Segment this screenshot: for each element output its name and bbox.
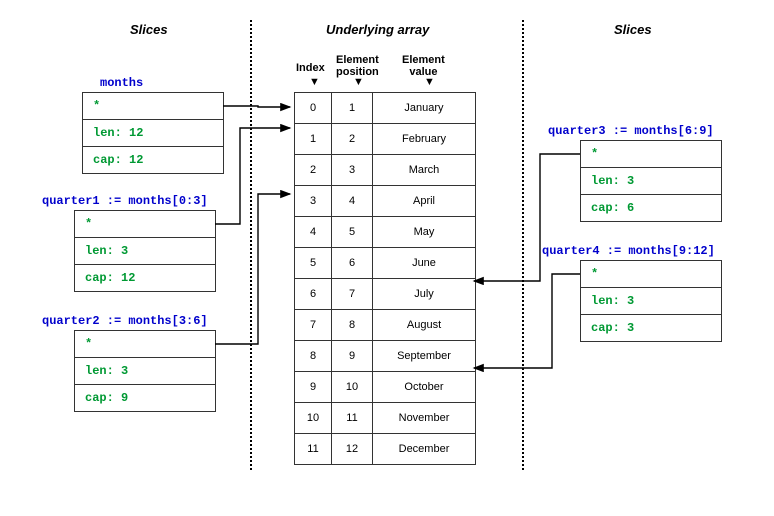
- table-row: 56June: [295, 248, 476, 279]
- cell-position: 7: [332, 279, 373, 310]
- cell-value: May: [373, 217, 476, 248]
- table-row: 23March: [295, 155, 476, 186]
- cell-position: 11: [332, 403, 373, 434]
- table-row: 78August: [295, 310, 476, 341]
- underlying-array-table: 01January12February23March34April45May56…: [294, 92, 476, 465]
- title-slices-left: Slices: [130, 22, 168, 37]
- slice-pointer: *: [581, 261, 721, 288]
- slice-len: len: 3: [75, 238, 215, 265]
- cell-position: 10: [332, 372, 373, 403]
- cell-index: 0: [295, 93, 332, 124]
- cell-position: 8: [332, 310, 373, 341]
- cell-position: 5: [332, 217, 373, 248]
- cell-value: August: [373, 310, 476, 341]
- slice-pointer: *: [75, 211, 215, 238]
- cell-value: February: [373, 124, 476, 155]
- table-row: 1011November: [295, 403, 476, 434]
- col-header-index: Index: [296, 62, 325, 74]
- cell-value: September: [373, 341, 476, 372]
- slice-cap: cap: 12: [83, 147, 223, 173]
- table-row: 34April: [295, 186, 476, 217]
- cell-position: 12: [332, 434, 373, 465]
- cell-value: July: [373, 279, 476, 310]
- table-row: 1112December: [295, 434, 476, 465]
- arrow-down-icon: ▼: [353, 76, 364, 88]
- cell-position: 6: [332, 248, 373, 279]
- cell-index: 2: [295, 155, 332, 186]
- cell-value: January: [373, 93, 476, 124]
- cell-position: 1: [332, 93, 373, 124]
- cell-value: April: [373, 186, 476, 217]
- slice-box-quarter2: * len: 3 cap: 9: [74, 330, 216, 412]
- table-row: 910October: [295, 372, 476, 403]
- slice-len: len: 3: [581, 288, 721, 315]
- slice-len: len: 3: [75, 358, 215, 385]
- slice-label-quarter3: quarter3 := months[6:9]: [548, 124, 714, 138]
- slice-label-quarter2: quarter2 := months[3:6]: [42, 314, 208, 328]
- cell-position: 4: [332, 186, 373, 217]
- arrow-down-icon: ▼: [424, 76, 435, 88]
- cell-index: 10: [295, 403, 332, 434]
- cell-value: December: [373, 434, 476, 465]
- cell-position: 9: [332, 341, 373, 372]
- slice-box-quarter4: * len: 3 cap: 3: [580, 260, 722, 342]
- cell-index: 1: [295, 124, 332, 155]
- cell-index: 7: [295, 310, 332, 341]
- cell-value: November: [373, 403, 476, 434]
- slice-len: len: 12: [83, 120, 223, 147]
- table-row: 12February: [295, 124, 476, 155]
- slice-cap: cap: 3: [581, 315, 721, 341]
- cell-position: 3: [332, 155, 373, 186]
- col-header-position: Element position: [336, 54, 379, 78]
- slice-box-months: * len: 12 cap: 12: [82, 92, 224, 174]
- slice-pointer: *: [83, 93, 223, 120]
- cell-index: 11: [295, 434, 332, 465]
- cell-index: 4: [295, 217, 332, 248]
- cell-index: 5: [295, 248, 332, 279]
- cell-index: 9: [295, 372, 332, 403]
- table-row: 89September: [295, 341, 476, 372]
- cell-index: 3: [295, 186, 332, 217]
- divider-left: [250, 20, 252, 470]
- col-header-value: Element value: [402, 54, 445, 78]
- table-row: 01January: [295, 93, 476, 124]
- slice-box-quarter1: * len: 3 cap: 12: [74, 210, 216, 292]
- divider-right: [522, 20, 524, 470]
- cell-value: October: [373, 372, 476, 403]
- slice-len: len: 3: [581, 168, 721, 195]
- slice-cap: cap: 12: [75, 265, 215, 291]
- table-row: 67July: [295, 279, 476, 310]
- cell-position: 2: [332, 124, 373, 155]
- slice-pointer: *: [75, 331, 215, 358]
- table-row: 45May: [295, 217, 476, 248]
- slice-label-quarter4: quarter4 := months[9:12]: [542, 244, 715, 258]
- title-slices-right: Slices: [614, 22, 652, 37]
- slice-cap: cap: 9: [75, 385, 215, 411]
- slice-label-quarter1: quarter1 := months[0:3]: [42, 194, 208, 208]
- title-underlying-array: Underlying array: [326, 22, 429, 37]
- slice-pointer: *: [581, 141, 721, 168]
- slice-label-months: months: [100, 76, 143, 90]
- cell-index: 6: [295, 279, 332, 310]
- cell-index: 8: [295, 341, 332, 372]
- cell-value: June: [373, 248, 476, 279]
- cell-value: March: [373, 155, 476, 186]
- arrow-down-icon: ▼: [309, 76, 320, 88]
- slice-cap: cap: 6: [581, 195, 721, 221]
- slice-box-quarter3: * len: 3 cap: 6: [580, 140, 722, 222]
